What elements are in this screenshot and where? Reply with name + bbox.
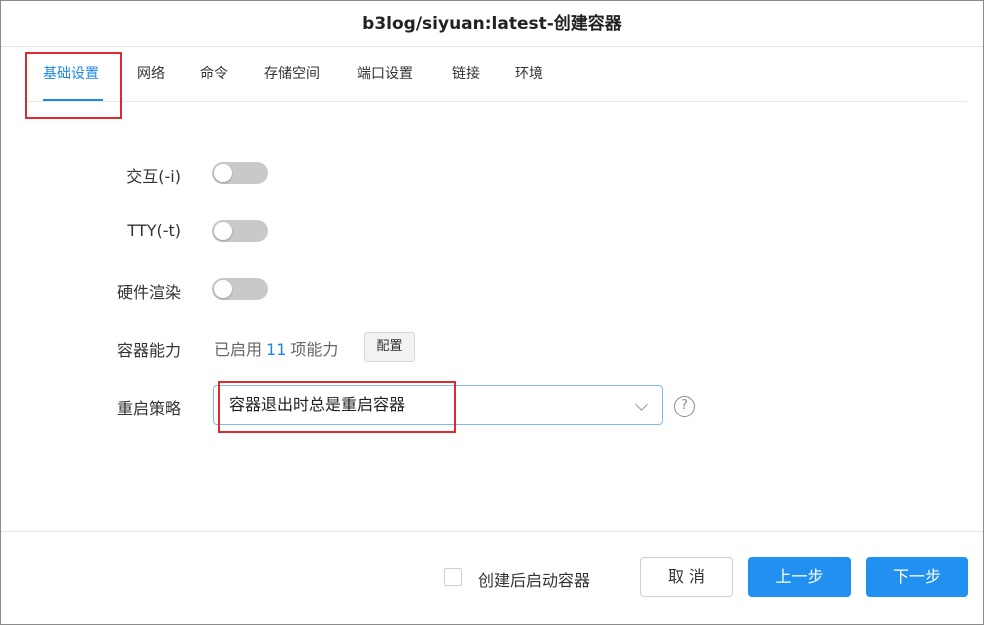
chevron-down-icon	[635, 398, 648, 411]
tty-label: TTY(-t)	[127, 221, 181, 240]
tab-port-settings[interactable]: 端口设置	[357, 47, 413, 102]
tab-network[interactable]: 网络	[137, 47, 165, 102]
next-step-button[interactable]: 下一步	[866, 557, 968, 597]
question-circle-icon[interactable]: ?	[674, 396, 695, 417]
tty-toggle[interactable]	[212, 220, 268, 242]
annotation-box-restart-policy	[218, 381, 456, 433]
configure-capabilities-button[interactable]: 配置	[364, 332, 415, 362]
tab-bar: 基础设置 网络 命令 存储空间 端口设置 链接 环境	[27, 47, 967, 102]
tab-environment[interactable]: 环境	[515, 47, 543, 102]
previous-step-button[interactable]: 上一步	[748, 557, 851, 597]
create-container-dialog: b3log/siyuan:latest-创建容器 基础设置 网络 命令 存储空间…	[0, 0, 984, 625]
capabilities-prefix: 已启用	[214, 340, 263, 359]
tab-links[interactable]: 链接	[452, 47, 480, 102]
start-after-create-label[interactable]: 创建后启动容器	[478, 567, 590, 591]
tab-storage[interactable]: 存储空间	[264, 47, 320, 102]
capabilities-suffix: 项能力	[290, 340, 339, 359]
capabilities-summary: 已启用 11 项能力	[214, 336, 338, 360]
interactive-label: 交互(-i)	[126, 167, 181, 186]
restart-policy-label: 重启策略	[116, 399, 181, 418]
start-after-create-checkbox[interactable]	[444, 568, 462, 586]
interactive-toggle[interactable]	[212, 162, 268, 184]
hardware-render-toggle[interactable]	[212, 278, 268, 300]
cancel-button[interactable]: 取 消	[640, 557, 733, 597]
capabilities-label: 容器能力	[116, 341, 181, 360]
tab-command[interactable]: 命令	[200, 47, 228, 102]
dialog-title: b3log/siyuan:latest-创建容器	[1, 1, 983, 47]
annotation-box-tab	[25, 52, 122, 119]
capabilities-count: 11	[266, 340, 287, 359]
hardware-render-label: 硬件渲染	[116, 283, 181, 302]
